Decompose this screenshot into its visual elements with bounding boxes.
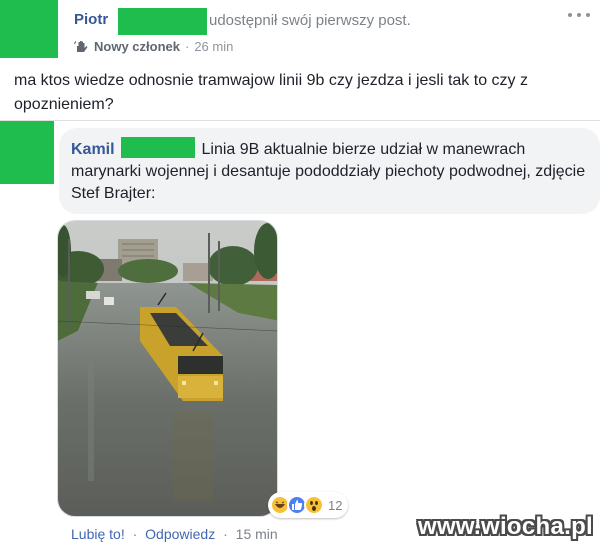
redacted-surname: [121, 137, 196, 158]
comment-author-name[interactable]: Kamil: [71, 141, 115, 158]
divider: [0, 120, 600, 121]
comment-body: Kamil Linia 9B aktualnie bierze udział w…: [71, 137, 598, 205]
post-action-text: udostępnił swój pierwszy post.: [209, 12, 411, 29]
more-options-icon[interactable]: [568, 10, 590, 20]
post-author-avatar[interactable]: [0, 0, 58, 58]
post-author-name[interactable]: Piotr: [74, 11, 108, 28]
wow-icon: [304, 495, 324, 515]
action-separator: ·: [223, 526, 228, 542]
site-watermark: www.wiocha.pl: [418, 513, 594, 540]
comment-time[interactable]: 15 min: [236, 526, 278, 542]
action-separator: ·: [132, 526, 138, 542]
reaction-count: 12: [328, 497, 343, 513]
member-badge: Nowy członek: [94, 39, 180, 54]
comment-actions: Lubię to! · Odpowiedz · 15 min: [71, 526, 278, 542]
meta-separator: ·: [184, 39, 190, 54]
post-text: ma ktos wiedze odnosnie tramwajow linii …: [14, 72, 528, 113]
post-meta: Nowy członek · 26 min: [74, 39, 233, 54]
comment-author-avatar[interactable]: [0, 121, 54, 184]
post-time[interactable]: 26 min: [194, 39, 233, 54]
redacted-surname: [118, 8, 207, 35]
comment-photo[interactable]: [57, 220, 278, 517]
like-button[interactable]: Lubię to!: [71, 526, 125, 542]
reply-button[interactable]: Odpowiedz: [145, 526, 215, 542]
reactions-summary[interactable]: 12: [268, 492, 349, 518]
waving-hand-icon: [74, 40, 90, 53]
